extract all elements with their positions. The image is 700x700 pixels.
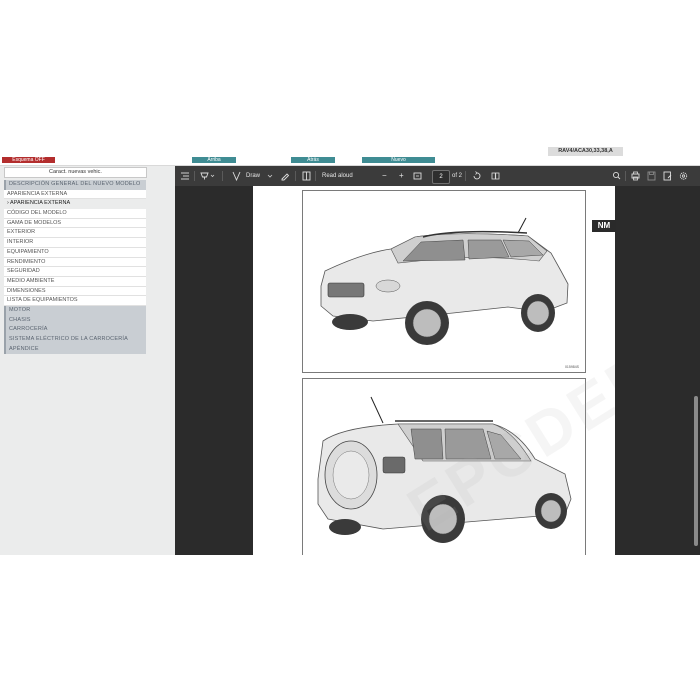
sidebar-tree-item[interactable]: APÉNDICE	[4, 344, 146, 355]
rotate-icon[interactable]	[472, 166, 481, 186]
pdf-toolbar: Draw Read aloud − + 2 of 2	[175, 166, 700, 186]
sidebar-tree-item[interactable]: GAMA DE MODELOS	[4, 218, 146, 229]
eraser-icon[interactable]	[280, 166, 290, 186]
sidebar-tree-item[interactable]: SEGURIDAD	[4, 267, 146, 277]
print-icon[interactable]	[631, 166, 640, 186]
sidebar-tree-item[interactable]: EQUIPAMIENTO	[4, 247, 146, 258]
settings-gear-icon[interactable]	[679, 166, 688, 186]
sidebar-tree-item[interactable]: › APARIENCIA EXTERNA	[4, 199, 146, 210]
sidebar-tree-item[interactable]: APARIENCIA EXTERNA	[4, 189, 146, 200]
suv-rear-illustration	[317, 396, 572, 543]
contents-icon[interactable]	[181, 166, 189, 186]
fit-page-icon[interactable]	[413, 166, 422, 186]
viewer-scrollbar[interactable]	[692, 186, 700, 555]
sidebar-tree-item[interactable]: CÓDIGO DEL MODELO	[4, 209, 146, 219]
read-aloud-button[interactable]: Read aloud	[322, 166, 353, 186]
suv-front-illustration	[320, 217, 569, 345]
sidebar-tree-item[interactable]: SISTEMA ELÉCTRICO DE LA CARROCERÍA	[4, 335, 146, 345]
top-bar: Esquema OFF Arriba Atrás Nuevo RAV4/ACA3…	[0, 146, 700, 166]
sidebar-tree-item[interactable]: DESCRIPCIÓN GENERAL DEL NUEVO MODELO	[4, 180, 146, 190]
sidebar-tree-item[interactable]: EXTERIOR	[4, 228, 146, 239]
sidebar-tree-item[interactable]: INTERIOR	[4, 238, 146, 248]
page-number-input[interactable]: 2	[432, 170, 450, 184]
arriba-button[interactable]: Arriba	[192, 157, 236, 163]
sidebar-tree-item[interactable]: RENDIMIENTO	[4, 257, 146, 268]
draw-icon[interactable]	[232, 166, 241, 186]
draw-dropdown-icon[interactable]	[267, 166, 273, 186]
rear-view-figure	[302, 378, 586, 555]
nuevo-button[interactable]: Nuevo	[362, 157, 435, 163]
figure-code-label: 015984S	[564, 365, 579, 369]
atras-button[interactable]: Atrás	[291, 157, 335, 163]
zoom-in-button[interactable]: +	[399, 166, 404, 186]
model-code-label: RAV4/ACA30,33,38,A	[548, 147, 623, 156]
sidebar-tree-item[interactable]: MEDIO AMBIENTE	[4, 276, 146, 287]
highlight-icon[interactable]	[200, 166, 216, 186]
pdf-viewer: Draw Read aloud − + 2 of 2 015984S NM	[175, 166, 700, 555]
esquema-toggle-button[interactable]: Esquema OFF	[2, 157, 55, 163]
save-icon[interactable]	[647, 166, 656, 186]
page-view-icon[interactable]	[302, 166, 311, 186]
sidebar-header[interactable]: Caract. nuevas vehic.	[4, 167, 147, 178]
save-as-icon[interactable]	[663, 166, 672, 186]
section-badge: NM	[592, 220, 616, 232]
scrollbar-thumb[interactable]	[694, 396, 698, 546]
page-total-label: of 2	[452, 173, 463, 179]
sidebar-tree-item[interactable]: MOTOR	[4, 305, 146, 316]
sidebar-tree-item[interactable]: LISTA DE EQUIPAMIENTOS	[4, 296, 146, 306]
search-icon[interactable]	[612, 166, 621, 186]
sidebar: Caract. nuevas vehic. DESCRIPCIÓN GENERA…	[0, 166, 175, 555]
pdf-page: 015984S	[253, 186, 615, 555]
app-window: Esquema OFF Arriba Atrás Nuevo RAV4/ACA3…	[0, 146, 700, 555]
sidebar-tree: DESCRIPCIÓN GENERAL DEL NUEVO MODELO APAR…	[4, 180, 146, 355]
draw-button[interactable]: Draw	[246, 166, 260, 186]
sidebar-tree-item[interactable]: CHASIS	[4, 315, 146, 326]
zoom-out-button[interactable]: −	[382, 166, 387, 186]
sidebar-tree-item[interactable]: DIMENSIONES	[4, 286, 146, 297]
two-page-icon[interactable]	[491, 166, 500, 186]
front-view-figure: 015984S	[302, 190, 586, 373]
sidebar-tree-item[interactable]: CARROCERÍA	[4, 325, 146, 335]
